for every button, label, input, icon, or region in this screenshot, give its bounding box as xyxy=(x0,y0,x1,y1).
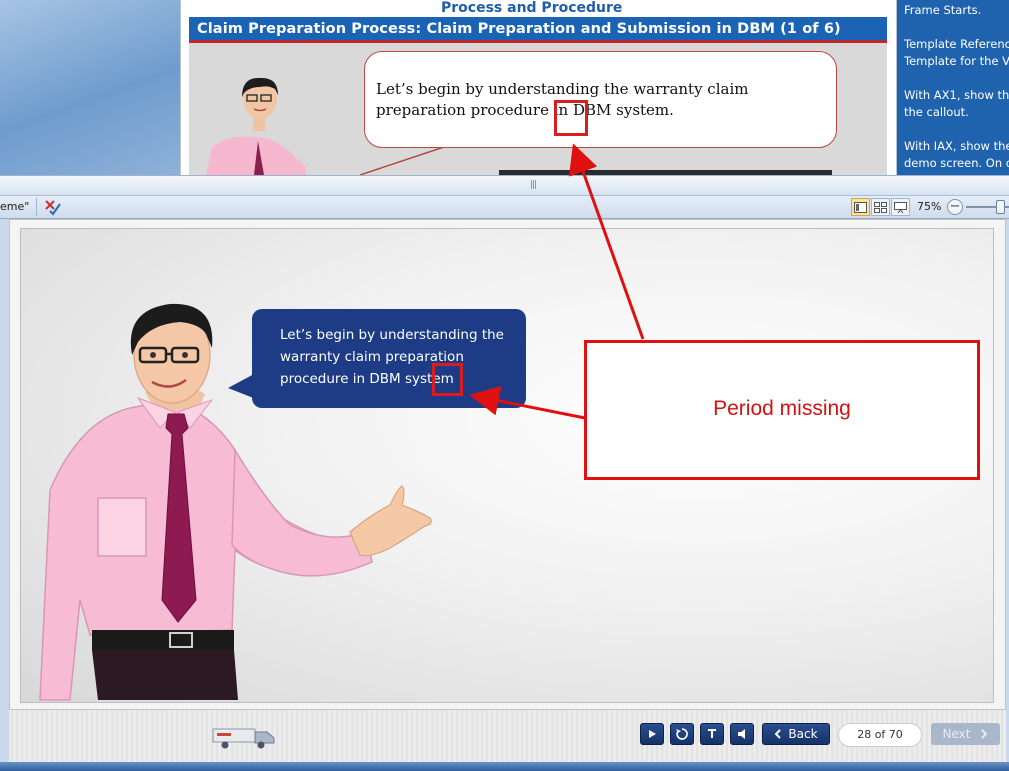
os-taskbar xyxy=(0,762,1009,771)
replay-icon xyxy=(676,728,688,740)
audio-button[interactable] xyxy=(730,723,754,745)
chevron-right-icon xyxy=(981,729,988,739)
truck-logo-icon xyxy=(212,728,275,749)
play-button[interactable] xyxy=(640,723,664,745)
play-icon xyxy=(649,730,656,738)
annotation-text: Period missing xyxy=(713,397,851,420)
text-icon xyxy=(708,729,716,738)
back-button[interactable]: Back xyxy=(762,723,830,745)
next-label: Next xyxy=(942,727,971,741)
back-label: Back xyxy=(788,727,818,741)
page-counter: 28 of 70 xyxy=(838,723,922,747)
chevron-left-icon xyxy=(775,729,782,739)
speaker-icon xyxy=(738,729,745,739)
replay-button[interactable] xyxy=(670,723,694,745)
next-button[interactable]: Next xyxy=(931,723,1000,745)
transcript-button[interactable] xyxy=(700,723,724,745)
